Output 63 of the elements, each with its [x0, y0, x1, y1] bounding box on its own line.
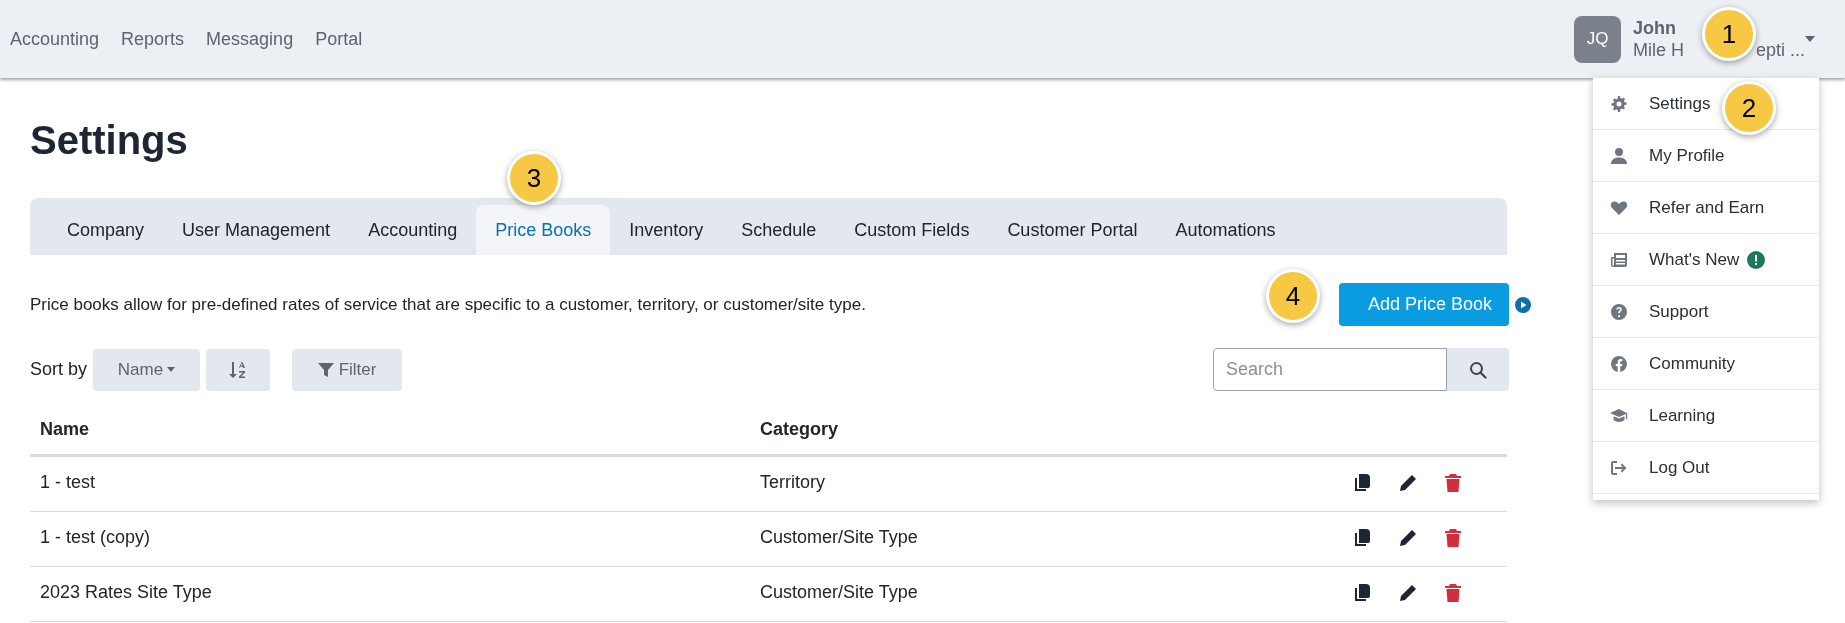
- settings-tab[interactable]: Accounting: [349, 205, 477, 255]
- heart-icon: [1610, 198, 1628, 217]
- copy-icon[interactable]: [1353, 528, 1371, 548]
- settings-tab[interactable]: Customer Portal: [988, 205, 1157, 255]
- nav-link[interactable]: Accounting: [10, 25, 100, 53]
- menu-item[interactable]: Log Out: [1593, 442, 1819, 494]
- menu-item[interactable]: What's New: [1593, 234, 1819, 286]
- caret-icon: [167, 367, 176, 372]
- column-header: Category: [760, 418, 839, 441]
- sort-label: Sort by: [30, 358, 88, 381]
- person-icon: [1610, 146, 1628, 165]
- search-field[interactable]: Search: [1213, 348, 1447, 391]
- user-avatar[interactable]: JQ: [1574, 15, 1621, 63]
- menu-item[interactable]: Refer and Earn: [1593, 182, 1819, 234]
- settings-tab[interactable]: Schedule: [722, 205, 836, 255]
- filter-button[interactable]: Filter: [292, 348, 403, 391]
- copy-icon[interactable]: [1353, 473, 1371, 493]
- description-text: Price books allow for pre-defined rates of service that are specific to a customer, territory, or customer/site type.: [30, 293, 866, 316]
- table-cell-text: 1 - test: [40, 471, 97, 494]
- table-cell-text: Territory: [760, 471, 825, 494]
- menu-item[interactable]: Learning: [1593, 390, 1819, 442]
- nav-link[interactable]: Portal: [315, 25, 363, 53]
- filter-icon: [317, 361, 334, 378]
- delete-icon[interactable]: [1445, 529, 1461, 547]
- newspaper-icon: [1610, 250, 1628, 269]
- help-icon: [1610, 302, 1628, 321]
- settings-tab[interactable]: Custom Fields: [835, 205, 989, 255]
- settings-tab[interactable]: Automations: [1156, 205, 1295, 255]
- table-cell-text: 1 - test (copy): [40, 526, 152, 549]
- graduation-cap-icon: [1610, 406, 1628, 425]
- nav-link[interactable]: Messaging: [206, 25, 294, 53]
- delete-icon[interactable]: [1445, 474, 1461, 492]
- user-name: John: [1633, 16, 1676, 39]
- edit-icon[interactable]: [1399, 529, 1417, 547]
- edit-icon[interactable]: [1399, 584, 1417, 602]
- company-name: Mile H: [1633, 39, 1684, 62]
- settings-tab[interactable]: Price Books: [476, 205, 611, 255]
- settings-tab[interactable]: Inventory: [610, 205, 723, 255]
- menu-item[interactable]: Community: [1593, 338, 1819, 390]
- settings-tab[interactable]: Company: [48, 205, 164, 255]
- page-title: Settings: [30, 120, 189, 160]
- sort-field-dropdown[interactable]: Name: [93, 348, 201, 391]
- company-name: epti ...: [1756, 39, 1806, 62]
- settings-icon: [1610, 94, 1628, 113]
- edit-icon[interactable]: [1399, 474, 1417, 492]
- delete-icon[interactable]: [1445, 584, 1461, 602]
- step-tooltip: 4: [1266, 269, 1320, 323]
- table-cell-text: Customer/Site Type: [760, 581, 918, 604]
- menu-item[interactable]: Support: [1593, 286, 1819, 338]
- facebook-icon: [1610, 354, 1628, 373]
- search-button[interactable]: [1447, 348, 1509, 391]
- sort-order-button[interactable]: [206, 348, 271, 391]
- caret-icon[interactable]: [1805, 36, 1815, 42]
- column-header: Name: [40, 418, 91, 441]
- table-cell-text: 2023 Rates Site Type: [40, 581, 213, 604]
- step-tooltip: 3: [507, 151, 561, 205]
- copy-icon[interactable]: [1353, 583, 1371, 603]
- logout-icon: [1610, 458, 1628, 477]
- play-icon[interactable]: [1515, 296, 1531, 313]
- table-cell-text: Customer/Site Type: [760, 526, 918, 549]
- nav-link[interactable]: Reports: [121, 25, 185, 53]
- search-icon: [1469, 360, 1487, 379]
- settings-tab[interactable]: User Management: [163, 205, 350, 255]
